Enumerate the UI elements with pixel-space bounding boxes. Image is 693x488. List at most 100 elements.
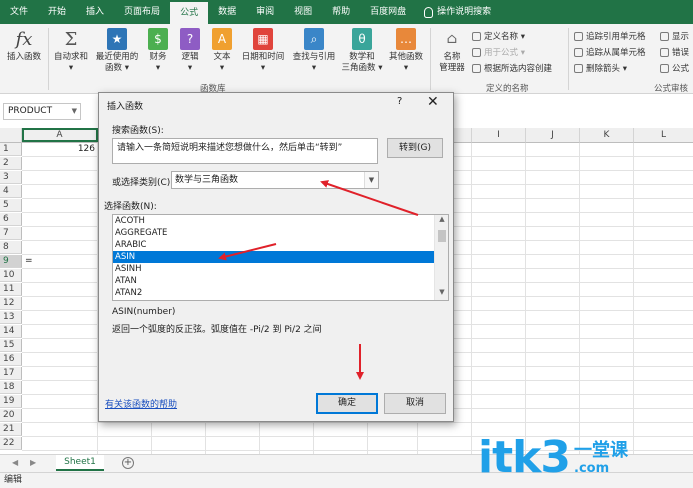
row-header[interactable]: 16 bbox=[0, 353, 22, 366]
financial-button[interactable]: $ 财务 ▾ bbox=[144, 28, 172, 74]
theta-book-icon: θ bbox=[352, 28, 372, 50]
sheet-nav-left-icon[interactable]: ◀ bbox=[12, 458, 18, 467]
math-trig-button[interactable]: θ 数学和 三角函数 ▾ bbox=[340, 28, 384, 74]
tab-home[interactable]: 开始 bbox=[38, 0, 76, 24]
function-list-scrollbar[interactable]: ▲ ▼ bbox=[434, 215, 448, 300]
grid-row-line bbox=[22, 422, 693, 423]
sheet-nav-right-icon[interactable]: ▶ bbox=[30, 458, 36, 467]
row-header[interactable]: 10 bbox=[0, 269, 22, 282]
function-item-atan[interactable]: ATAN bbox=[113, 275, 435, 287]
row-header[interactable]: 2 bbox=[0, 157, 22, 170]
help-icon[interactable]: ? bbox=[397, 96, 402, 107]
tab-page-layout[interactable]: 页面布局 bbox=[114, 0, 170, 24]
tell-me-search[interactable]: 操作说明搜索 bbox=[416, 0, 491, 24]
use-in-formula-button[interactable]: 用于公式 ▾ bbox=[472, 46, 525, 58]
select-all-corner[interactable] bbox=[0, 128, 22, 143]
show-formulas-label: 显示 bbox=[672, 32, 690, 42]
row-header[interactable]: 14 bbox=[0, 325, 22, 338]
row-header[interactable]: 18 bbox=[0, 381, 22, 394]
scroll-up-icon[interactable]: ▲ bbox=[435, 215, 448, 227]
function-help-link[interactable]: 有关该函数的帮助 bbox=[105, 397, 177, 410]
row-header[interactable]: 5 bbox=[0, 199, 22, 212]
function-item-atan2[interactable]: ATAN2 bbox=[113, 287, 435, 299]
datetime-button[interactable]: ▦ 日期和时间 ▾ bbox=[238, 28, 288, 74]
row-header[interactable]: 12 bbox=[0, 297, 22, 310]
other-label-2: ▾ bbox=[403, 63, 409, 73]
cell-a9[interactable]: = bbox=[25, 255, 33, 268]
scroll-down-icon[interactable]: ▼ bbox=[435, 288, 448, 300]
function-list[interactable]: ACOTH AGGREGATE ARABIC ASIN ASINH ATAN A… bbox=[112, 214, 449, 301]
logical-button[interactable]: ? 逻辑 ▾ bbox=[176, 28, 204, 74]
function-item-aggregate[interactable]: AGGREGATE bbox=[113, 227, 435, 239]
evaluate-formula-button[interactable]: 公式 bbox=[660, 62, 689, 74]
row-header[interactable]: 19 bbox=[0, 395, 22, 408]
name-manager-label-1: 名称 bbox=[443, 52, 461, 62]
close-icon[interactable]: ✕ bbox=[427, 94, 439, 110]
function-item-asinh[interactable]: ASINH bbox=[113, 263, 435, 275]
tab-formulas[interactable]: 公式 bbox=[170, 0, 209, 24]
sigma-icon: Σ bbox=[64, 28, 78, 50]
row-header[interactable]: 15 bbox=[0, 339, 22, 352]
insert-function-button[interactable]: fx 插入函数 bbox=[4, 28, 44, 63]
search-function-input[interactable]: 请输入一条简短说明来描述您想做什么，然后单击“转到” bbox=[112, 138, 378, 164]
use-in-formula-icon bbox=[472, 47, 481, 57]
function-item-arabic[interactable]: ARABIC bbox=[113, 239, 435, 251]
row-header[interactable]: 13 bbox=[0, 311, 22, 324]
chevron-down-icon[interactable]: ▼ bbox=[364, 172, 378, 188]
column-header[interactable]: J bbox=[526, 128, 580, 143]
lookup-button[interactable]: ⌕ 查找与引用 ▾ bbox=[289, 28, 339, 74]
autosum-button[interactable]: Σ 自动求和 ▾ bbox=[52, 28, 90, 74]
row-header[interactable]: 21 bbox=[0, 423, 22, 436]
category-select[interactable]: 数学与三角函数 ▼ bbox=[171, 171, 379, 189]
row-header[interactable]: 7 bbox=[0, 227, 22, 240]
lookup-label-1: 查找与引用 bbox=[292, 52, 336, 62]
row-header[interactable]: 22 bbox=[0, 437, 22, 450]
more-functions-button[interactable]: … 其他函数 ▾ bbox=[386, 28, 426, 74]
tab-view[interactable]: 视图 bbox=[284, 0, 322, 24]
tab-help[interactable]: 帮助 bbox=[322, 0, 360, 24]
function-item-asin[interactable]: ASIN bbox=[113, 251, 435, 263]
create-from-selection-button[interactable]: 根据所选内容创建 bbox=[472, 62, 552, 74]
row-header[interactable]: 6 bbox=[0, 213, 22, 226]
row-header[interactable]: 11 bbox=[0, 283, 22, 296]
trace-precedents-button[interactable]: 追踪引用单元格 bbox=[574, 30, 646, 42]
show-formulas-button[interactable]: 显示 bbox=[660, 30, 689, 42]
recent-functions-button[interactable]: ★ 最近使用的 函数 ▾ bbox=[92, 28, 142, 74]
name-manager-button[interactable]: ⌂ 名称 管理器 bbox=[434, 28, 470, 74]
trace-dependents-button[interactable]: 追踪从属单元格 bbox=[574, 46, 646, 58]
tab-data[interactable]: 数据 bbox=[208, 0, 246, 24]
row-header[interactable]: 20 bbox=[0, 409, 22, 422]
column-header[interactable]: K bbox=[580, 128, 634, 143]
tab-file[interactable]: 文件 bbox=[0, 0, 38, 24]
column-header[interactable]: L bbox=[634, 128, 693, 143]
tab-review[interactable]: 审阅 bbox=[246, 0, 284, 24]
remove-arrows-button[interactable]: 删除箭头 ▾ bbox=[574, 62, 627, 74]
column-header[interactable]: I bbox=[472, 128, 526, 143]
row-header[interactable]: 17 bbox=[0, 367, 22, 380]
tab-baidu-netdisk[interactable]: 百度网盘 bbox=[360, 0, 416, 24]
add-sheet-icon[interactable]: + bbox=[122, 457, 134, 469]
cancel-button[interactable]: 取消 bbox=[384, 393, 446, 414]
define-name-button[interactable]: 定义名称 ▾ bbox=[472, 30, 525, 42]
cell-a1[interactable]: 126 bbox=[22, 143, 95, 156]
ok-button[interactable]: 确定 bbox=[316, 393, 378, 414]
row-header[interactable]: 3 bbox=[0, 171, 22, 184]
row-header[interactable]: 9 bbox=[0, 255, 22, 268]
text-button[interactable]: A 文本 ▾ bbox=[208, 28, 236, 74]
scroll-thumb[interactable] bbox=[438, 230, 446, 242]
row-header[interactable]: 1 bbox=[0, 143, 22, 156]
function-item-acoth[interactable]: ACOTH bbox=[113, 215, 435, 227]
chevron-down-icon[interactable]: ▼ bbox=[72, 104, 77, 119]
ribbon-separator bbox=[430, 28, 431, 90]
name-box[interactable]: PRODUCT ▼ bbox=[3, 103, 81, 120]
go-button[interactable]: 转到(G) bbox=[387, 138, 443, 158]
error-checking-button[interactable]: 错误 bbox=[660, 46, 689, 58]
row-header[interactable]: 8 bbox=[0, 241, 22, 254]
tab-insert[interactable]: 插入 bbox=[76, 0, 114, 24]
ribbon-formulas: fx 插入函数 Σ 自动求和 ▾ ★ 最近使用的 函数 ▾ $ 财务 ▾ ? 逻… bbox=[0, 24, 693, 94]
active-cell[interactable] bbox=[22, 128, 98, 142]
datetime-label-1: 日期和时间 bbox=[241, 52, 285, 62]
row-header[interactable]: 4 bbox=[0, 185, 22, 198]
sheet-tab[interactable]: Sheet1 bbox=[56, 455, 104, 471]
search-function-label: 搜索函数(S): bbox=[112, 126, 164, 136]
